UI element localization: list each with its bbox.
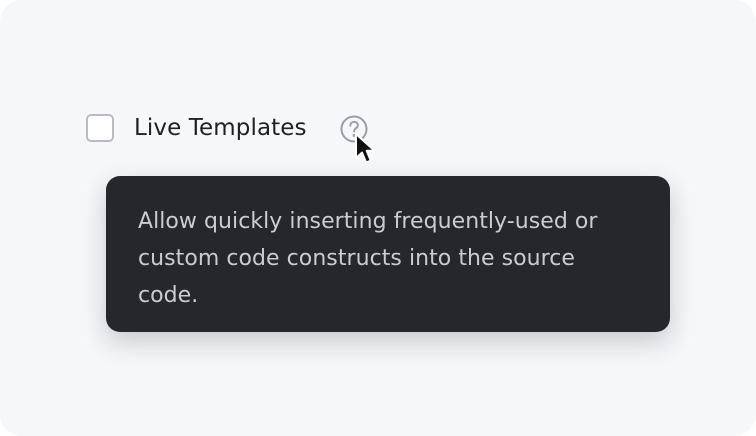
settings-panel: Live Templates Allow quickly inserting f… [0, 0, 756, 436]
live-templates-checkbox[interactable] [86, 114, 114, 142]
tooltip-text: Allow quickly inserting frequently-used … [138, 209, 598, 308]
question-circle-icon[interactable] [339, 114, 369, 144]
live-templates-label[interactable]: Live Templates [134, 115, 307, 141]
live-templates-setting-row: Live Templates [86, 112, 307, 144]
tooltip: Allow quickly inserting frequently-used … [106, 176, 670, 332]
